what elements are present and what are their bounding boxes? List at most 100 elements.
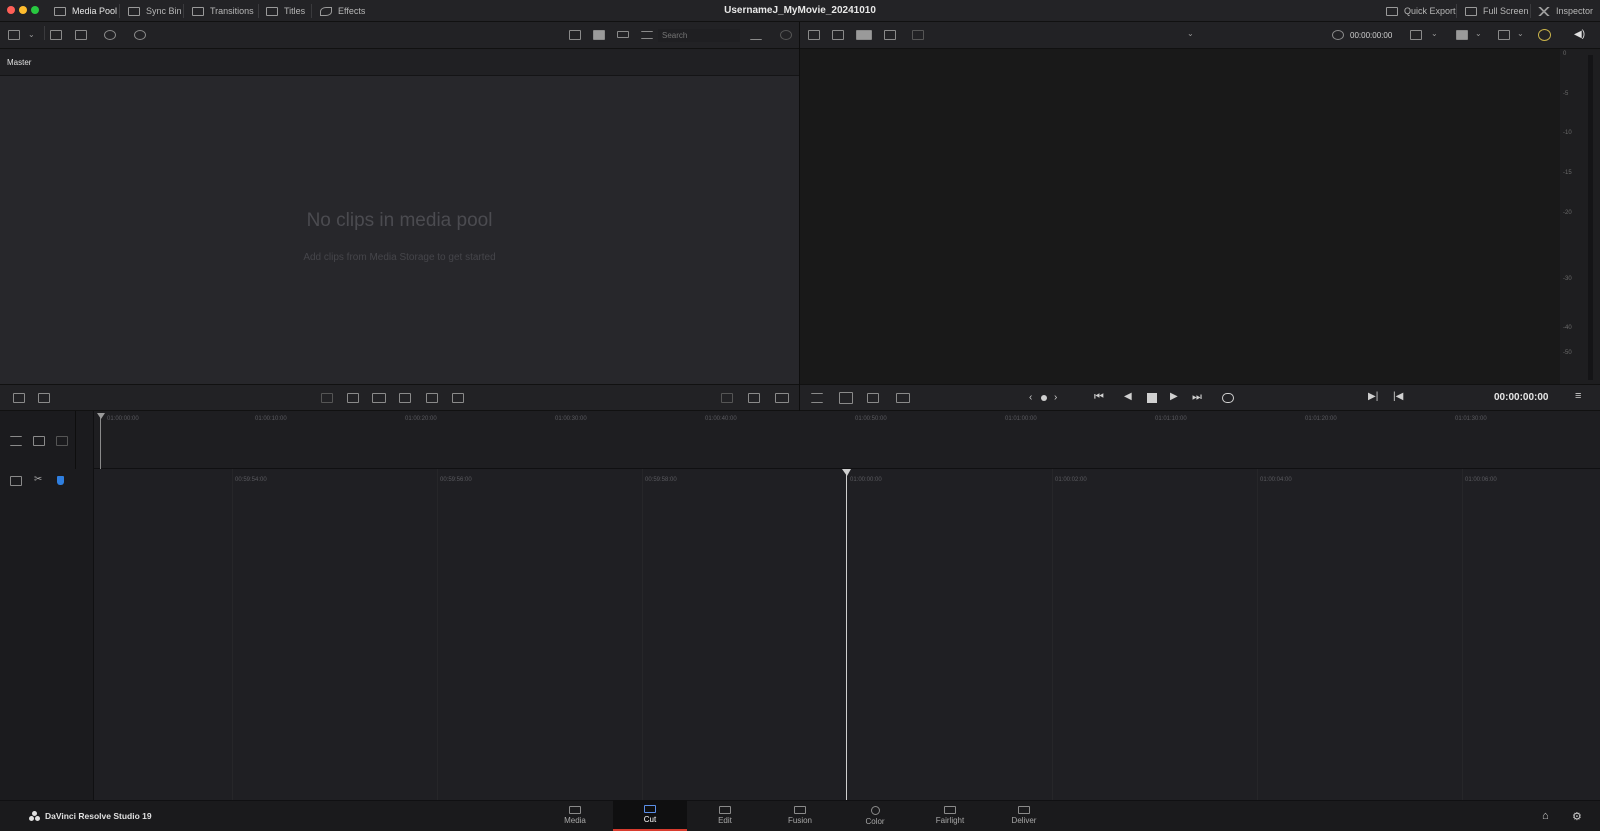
mark-out-icon[interactable]: |◀ (1393, 391, 1403, 402)
mark-in-icon[interactable]: ▶| (1368, 391, 1378, 402)
page-media[interactable]: Media (538, 800, 612, 831)
link-clip-icon[interactable] (104, 30, 116, 40)
source-overwrite-icon[interactable] (452, 393, 464, 403)
tab-transitions[interactable]: Transitions (186, 0, 260, 22)
audio-track-icon[interactable] (33, 436, 45, 446)
effects-icon (320, 6, 332, 16)
page-cut[interactable]: Cut (613, 800, 687, 831)
unlink-clip-icon[interactable] (134, 30, 146, 40)
fit-icon[interactable] (748, 393, 760, 403)
page-color[interactable]: Color (838, 800, 912, 831)
stop-icon[interactable] (1147, 393, 1157, 403)
play-icon[interactable]: ▶ (1170, 391, 1178, 402)
source-clip-icon[interactable] (832, 30, 844, 40)
play-reverse-icon[interactable]: ◀ (1124, 391, 1132, 402)
page-fairlight[interactable]: Fairlight (913, 800, 987, 831)
timeline-options-icon[interactable] (10, 436, 22, 446)
playhead-marker[interactable] (842, 469, 851, 476)
search-input[interactable] (658, 29, 740, 42)
place-on-top-icon[interactable] (426, 393, 438, 403)
minimize-window-button[interactable] (19, 6, 27, 14)
append-icon[interactable] (347, 393, 359, 403)
settings-gear-icon[interactable]: ⚙ (1572, 810, 1582, 823)
source-tape-icon[interactable] (856, 30, 872, 40)
quick-export-button[interactable]: Quick Export (1380, 0, 1462, 22)
upper-playhead-line[interactable] (100, 415, 101, 469)
scroll-up-icon[interactable] (13, 393, 25, 403)
show-playhead-icon[interactable] (896, 393, 910, 403)
go-to-end-icon[interactable]: ⏭ (1192, 391, 1202, 404)
chevron-down-icon[interactable]: ⌄ (1431, 29, 1438, 38)
tab-media-pool[interactable]: Media Pool (48, 0, 123, 22)
upper-timeline[interactable] (0, 411, 1600, 469)
close-window-button[interactable] (7, 6, 15, 14)
resolve-logo-icon (29, 811, 40, 821)
app-name: DaVinci Resolve Studio 19 (45, 811, 152, 821)
list-view-icon[interactable] (641, 31, 653, 39)
speaker-icon[interactable]: ◀) (1574, 29, 1585, 40)
chevron-down-icon[interactable]: ⌄ (1187, 29, 1194, 38)
chevron-down-icon[interactable]: ⌄ (28, 30, 35, 39)
next-clip-icon[interactable]: › (1054, 392, 1057, 403)
loop-icon[interactable] (1222, 393, 1234, 403)
timeline-gridline (642, 469, 643, 800)
tab-titles[interactable]: Titles (260, 0, 311, 22)
import-folder-icon[interactable] (75, 30, 87, 40)
timeline-viewer-icon[interactable] (884, 30, 896, 40)
upper-ruler-label: 01:00:30:00 (555, 416, 587, 422)
viewer-canvas[interactable] (800, 49, 1560, 384)
go-to-start-icon[interactable]: ⏮ (1094, 391, 1104, 404)
flag-icon[interactable] (57, 476, 64, 485)
viewer-mode-icon[interactable] (808, 30, 820, 40)
scroll-down-icon[interactable] (38, 393, 50, 403)
lock-track-icon[interactable] (56, 436, 68, 446)
video-track-icon[interactable] (10, 476, 22, 486)
viewer-size-icon[interactable] (1410, 30, 1422, 40)
adjust-icon[interactable] (811, 393, 823, 403)
tab-effects[interactable]: Effects (314, 0, 371, 22)
upper-ruler-label: 01:01:30:00 (1455, 416, 1487, 422)
lower-ruler-label: 00:59:54:00 (235, 477, 267, 483)
refresh-icon[interactable] (780, 30, 792, 40)
smart-insert-icon[interactable] (321, 393, 333, 403)
lower-timeline[interactable] (0, 469, 1600, 800)
overlay-icon[interactable] (1498, 30, 1510, 40)
page-edit[interactable]: Edit (688, 800, 762, 831)
upper-playhead-marker[interactable] (97, 413, 105, 419)
ripple-overwrite-icon[interactable] (372, 393, 386, 403)
page-deliver[interactable]: Deliver (987, 800, 1061, 831)
chevron-down-icon[interactable]: ⌄ (1517, 29, 1524, 38)
sync-bin-icon (128, 6, 140, 16)
tab-separator (119, 4, 120, 18)
tab-sync-bin[interactable]: Sync Bin (122, 0, 188, 22)
import-media-icon[interactable] (50, 30, 62, 40)
upper-ruler-label: 01:00:40:00 (705, 416, 737, 422)
filmstrip-view-icon[interactable] (569, 30, 581, 40)
page-label: Cut (643, 815, 657, 824)
split-icon[interactable] (721, 393, 733, 403)
color-wheel-icon[interactable] (1538, 29, 1551, 41)
jog-center-icon[interactable] (1041, 395, 1047, 401)
multicam-icon[interactable] (839, 392, 853, 404)
page-fusion[interactable]: Fusion (763, 800, 837, 831)
playback-resolution-icon[interactable] (1456, 30, 1468, 40)
playhead-line[interactable] (846, 472, 847, 800)
panel-layout-icon[interactable] (8, 30, 20, 40)
transform-icon[interactable] (867, 393, 879, 403)
safe-area-icon[interactable] (912, 30, 924, 40)
close-up-icon[interactable] (399, 393, 411, 403)
strip-view-icon[interactable] (617, 31, 629, 38)
fusion-page-icon (794, 806, 806, 814)
zoom-window-button[interactable] (31, 6, 39, 14)
thumbnail-view-icon[interactable] (593, 30, 605, 40)
scissors-icon[interactable]: ✂ (34, 474, 42, 485)
audio-waveform-icon[interactable] (775, 393, 789, 403)
inspector-button[interactable]: Inspector (1532, 0, 1599, 22)
sort-icon[interactable] (750, 30, 762, 40)
upper-ruler-label: 01:01:00:00 (1005, 416, 1037, 422)
chevron-down-icon[interactable]: ⌄ (1475, 29, 1482, 38)
previous-clip-icon[interactable]: ‹ (1029, 392, 1032, 403)
menu-icon[interactable]: ≡ (1575, 390, 1581, 402)
full-screen-button[interactable]: Full Screen (1459, 0, 1535, 22)
home-icon[interactable]: ⌂ (1542, 810, 1549, 822)
